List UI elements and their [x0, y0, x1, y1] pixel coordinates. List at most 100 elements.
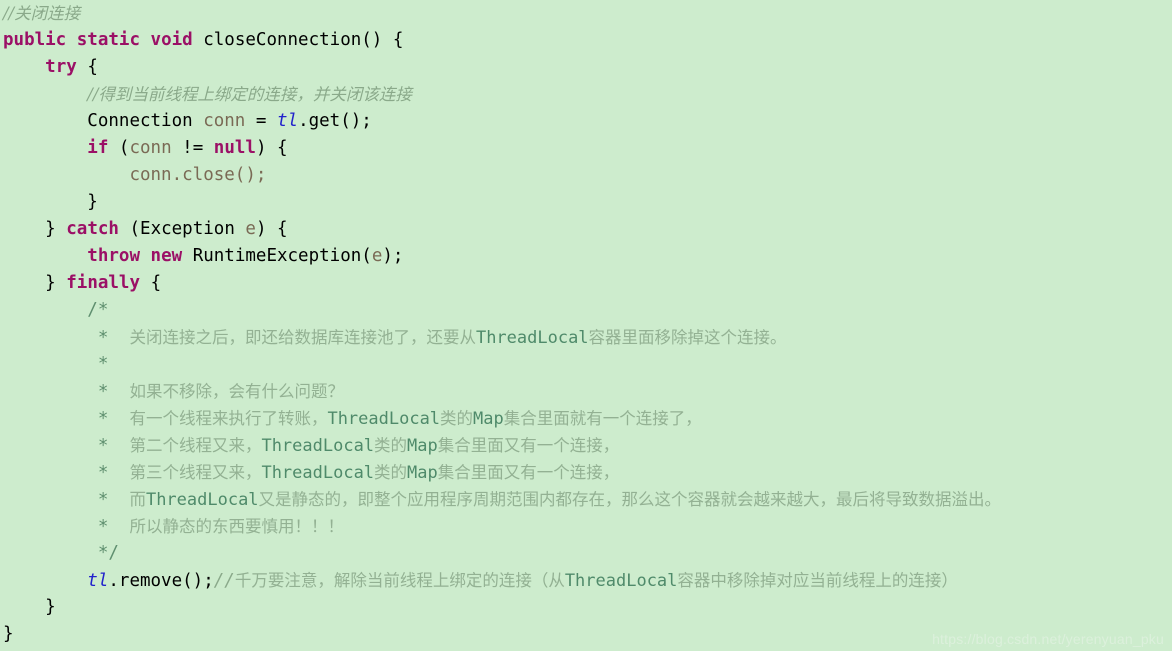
comment-star: *	[97, 436, 109, 456]
open-brace: {	[150, 273, 162, 293]
code-line-12: /*	[0, 297, 1172, 324]
not-equal-operator: !=	[182, 138, 204, 158]
keyword-public: public	[3, 30, 67, 50]
code-line-2: public static void closeConnection() {	[0, 27, 1172, 54]
comment-text: 所以静态的东西要慎用！！！	[129, 517, 344, 536]
block-comment-end: */	[97, 543, 119, 563]
comment-text: 集合里面又有一个连接，	[437, 436, 620, 455]
line-comment: //得到当前线程上绑定的连接，并关闭该连接	[87, 85, 412, 104]
comment-star: *	[97, 463, 109, 483]
code-line-14: *	[0, 351, 1172, 378]
method-name: closeConnection()	[203, 30, 383, 50]
open-paren: (	[361, 246, 372, 266]
keyword-try: try	[45, 57, 77, 77]
type-exception: Exception	[140, 219, 235, 239]
keyword-catch: catch	[66, 219, 119, 239]
code-line-10: throw new RuntimeException(e);	[0, 243, 1172, 270]
variable-e: e	[371, 246, 383, 266]
type-runtimeexception: RuntimeException	[192, 246, 362, 266]
comment-star: *	[97, 409, 109, 429]
close-brace: }	[45, 219, 56, 239]
comment-text: 千万要注意，解除当前线程上绑定的连接（从	[234, 571, 565, 590]
close-paren-semicolon: );	[382, 246, 404, 266]
code-line-4: //得到当前线程上绑定的连接，并关闭该连接	[0, 81, 1172, 108]
open-paren: (	[118, 138, 130, 158]
watermark: https://blog.csdn.net/yerenyuan_pku	[932, 631, 1164, 647]
code-line-11: } finally {	[0, 270, 1172, 297]
assign-operator: =	[255, 111, 267, 131]
code-line-20: * 所以静态的东西要慎用！！！	[0, 513, 1172, 540]
code-line-5: Connection conn = tl.get();	[0, 108, 1172, 135]
comment-code-map: Map	[407, 436, 438, 456]
variable-conn: conn	[129, 138, 172, 158]
comment-text: 关闭连接之后，即还给数据库连接池了，还要从	[129, 328, 476, 347]
close-brace: }	[45, 273, 56, 293]
code-line-17: * 第二个线程又来，ThreadLocal类的Map集合里面又有一个连接，	[0, 432, 1172, 459]
code-line-7: conn.close();	[0, 162, 1172, 189]
code-line-1: //关闭连接	[0, 0, 1172, 27]
comment-code-threadlocal: ThreadLocal	[475, 328, 589, 348]
comment-text: 类的	[374, 436, 408, 455]
comment-code-map: Map	[407, 463, 438, 483]
code-line-3: try {	[0, 54, 1172, 81]
statement-conn-close: conn.close();	[129, 165, 267, 185]
comment-slashes: //	[213, 571, 235, 591]
comment-text: 容器里面移除掉这个连接。	[588, 328, 787, 347]
method-call-remove: .remove();	[108, 571, 214, 591]
comment-text: 又是静态的，即整个应用程序周期范围内都存在，那么这个容器就会越来越大，最后将导致…	[258, 490, 1002, 509]
type-connection: Connection	[87, 111, 193, 131]
code-line-13: * 关闭连接之后，即还给数据库连接池了，还要从ThreadLocal容器里面移除…	[0, 324, 1172, 351]
code-line-18: * 第三个线程又来，ThreadLocal类的Map集合里面又有一个连接，	[0, 459, 1172, 486]
open-brace: {	[392, 30, 404, 50]
variable-conn: conn	[203, 111, 246, 131]
open-brace: {	[87, 57, 98, 77]
keyword-new: new	[150, 246, 183, 266]
code-line-23: }	[0, 594, 1172, 621]
comment-star: *	[97, 490, 109, 510]
comment-code-threadlocal: ThreadLocal	[145, 490, 259, 510]
code-line-21: */	[0, 540, 1172, 567]
comment-star: *	[97, 328, 109, 348]
code-line-6: if (conn != null) {	[0, 135, 1172, 162]
line-comment: //关闭连接	[3, 4, 81, 23]
comment-text: 第三个线程又来，	[129, 463, 262, 482]
code-line-16: * 有一个线程来执行了转账，ThreadLocal类的Map集合里面就有一个连接…	[0, 405, 1172, 432]
comment-text: 如果不移除，会有什么问题？	[129, 382, 344, 401]
keyword-void: void	[150, 30, 193, 50]
comment-text: 集合里面又有一个连接，	[437, 463, 620, 482]
comment-code-threadlocal: ThreadLocal	[261, 436, 375, 456]
comment-text: 集合里面就有一个连接了，	[503, 409, 702, 428]
comment-star: *	[97, 354, 109, 374]
comment-text: 容器中移除掉对应当前线程上的连接）	[677, 571, 958, 590]
keyword-null: null	[213, 138, 256, 158]
method-call-get: .get();	[298, 111, 372, 131]
close-brace: }	[3, 624, 14, 644]
comment-text: 第二个线程又来，	[129, 436, 262, 455]
comment-text: 有一个线程来执行了转账，	[129, 409, 328, 428]
comment-star: *	[97, 382, 109, 402]
variable-e: e	[245, 219, 256, 239]
code-line-19: * 而ThreadLocal又是静态的，即整个应用程序周期范围内都存在，那么这个…	[0, 486, 1172, 513]
comment-text: 而	[129, 490, 146, 509]
code-viewer: //关闭连接 public static void closeConnectio…	[0, 0, 1172, 651]
comment-code-map: Map	[473, 409, 504, 429]
code-line-9: } catch (Exception e) {	[0, 216, 1172, 243]
comment-code-threadlocal: ThreadLocal	[261, 463, 375, 483]
code-line-22: tl.remove();//千万要注意，解除当前线程上绑定的连接（从Thread…	[0, 567, 1172, 594]
comment-text: 类的	[374, 463, 408, 482]
open-paren: (	[129, 219, 141, 239]
code-line-8: }	[0, 189, 1172, 216]
code-line-15: * 如果不移除，会有什么问题？	[0, 378, 1172, 405]
comment-text: 类的	[440, 409, 474, 428]
field-tl: tl	[277, 111, 299, 131]
close-paren-brace: ) {	[255, 219, 288, 239]
keyword-throw: throw	[87, 246, 140, 266]
block-comment-start: /*	[87, 300, 109, 320]
close-brace: }	[87, 192, 98, 212]
keyword-static: static	[76, 30, 140, 50]
close-paren-brace: ) {	[255, 138, 288, 158]
comment-code-threadlocal: ThreadLocal	[564, 571, 678, 591]
keyword-finally: finally	[66, 273, 141, 293]
field-tl: tl	[87, 571, 109, 591]
close-brace: }	[45, 597, 56, 617]
